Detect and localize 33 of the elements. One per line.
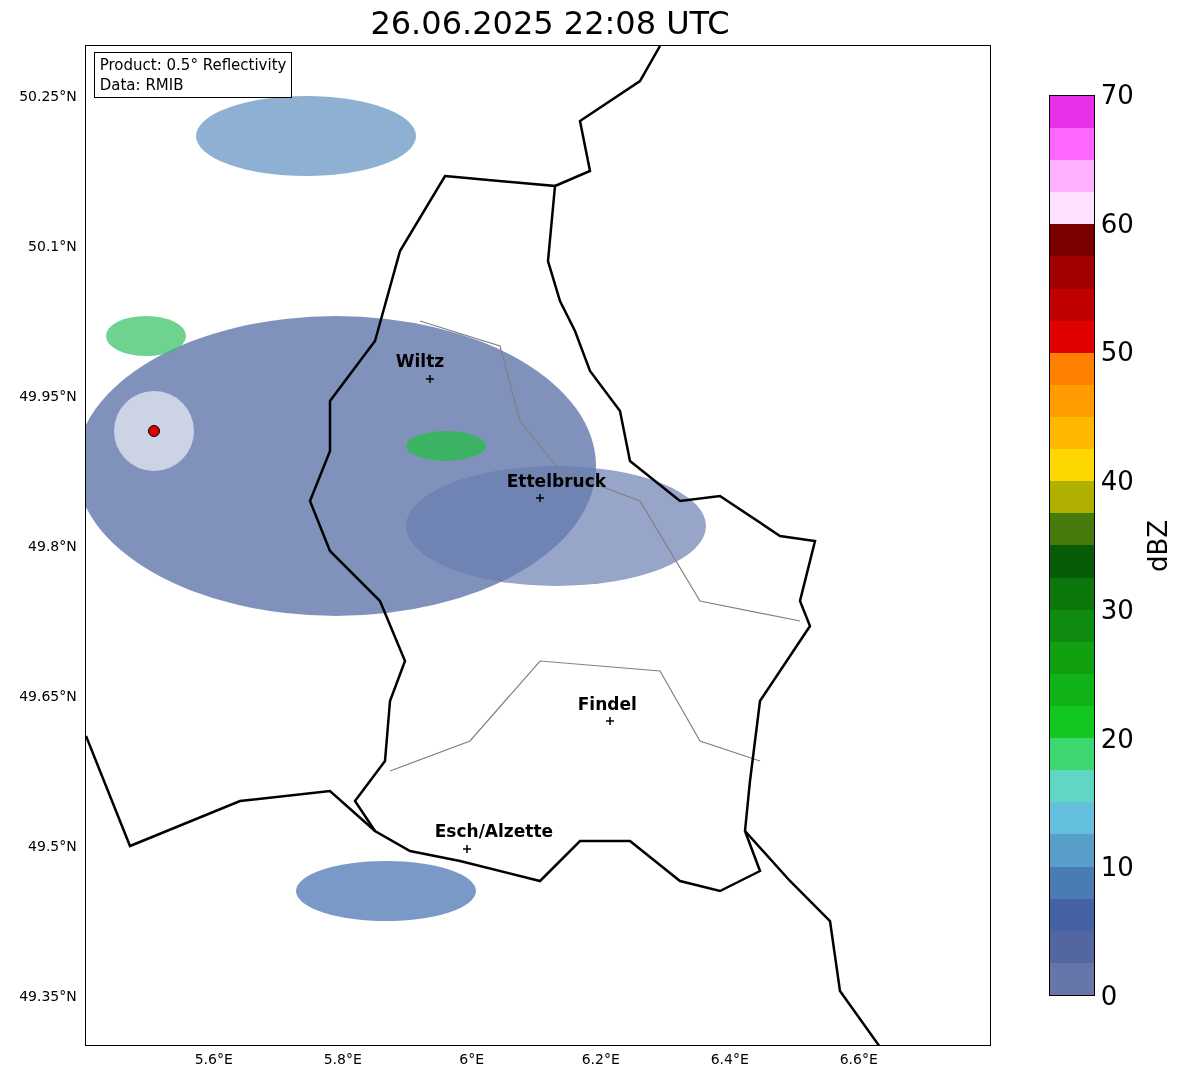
colorbar-tick-label: 10: [1100, 852, 1134, 883]
place-label: Wiltz: [395, 353, 445, 370]
place-marker-icon: [425, 375, 434, 383]
latitude-label: 50.1°N: [28, 239, 77, 253]
longitude-label: 5.8°E: [323, 1052, 362, 1066]
place-label: Esch/Alzette: [434, 823, 554, 840]
latitude-label: 49.65°N: [19, 689, 77, 703]
longitude-label: 6.4°E: [710, 1052, 749, 1066]
place-label: Ettelbruck: [506, 473, 606, 490]
colorbar-tick-label: 20: [1100, 723, 1134, 754]
place-label: Findel: [577, 696, 637, 713]
colorbar-label: dBZ: [1144, 519, 1171, 572]
longitude-label: 6°E: [459, 1052, 485, 1066]
longitude-label: 5.6°E: [194, 1052, 233, 1066]
latitude-label: 50.25°N: [19, 89, 77, 103]
latitude-label: 49.8°N: [28, 539, 77, 553]
place-marker-icon: [535, 494, 544, 502]
longitude-label: 6.6°E: [839, 1052, 878, 1066]
colorbar-tick-label: 30: [1100, 594, 1134, 625]
longitude-label: 6.2°E: [581, 1052, 620, 1066]
latitude-label: 49.35°N: [19, 989, 77, 1003]
chart-title: 26.06.2025 22:08 UTC: [370, 6, 730, 39]
place-marker-icon: [462, 845, 471, 853]
colorbar-tick-label: 70: [1100, 80, 1134, 110]
colorbar-tick-label: 0: [1100, 980, 1119, 1011]
info-text: Data: RMIB: [99, 75, 185, 95]
colorbar-tick-label: 60: [1100, 208, 1134, 239]
latitude-label: 49.5°N: [28, 839, 77, 853]
info-text: Product: 0.5° Reflectivity: [99, 55, 287, 75]
colorbar-tick-label: 50: [1100, 337, 1134, 368]
place-marker-icon: [605, 717, 614, 725]
latitude-label: 49.95°N: [19, 389, 77, 403]
colorbar-tick-label: 40: [1100, 466, 1134, 497]
